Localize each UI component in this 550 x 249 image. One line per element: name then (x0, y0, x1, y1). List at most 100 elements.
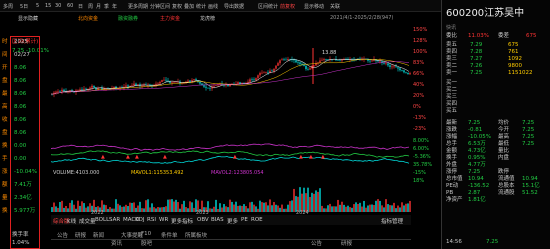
indicator-tab[interactable]: SAR (109, 217, 120, 223)
event-marker[interactable]: ▲ (101, 154, 105, 160)
candle-body (81, 89, 83, 91)
indicator-tab[interactable]: K线 (67, 217, 76, 225)
info-tab[interactable]: 条件单 (161, 231, 178, 239)
toolbar2-item[interactable]: 北向资金 (78, 15, 98, 22)
y-tick: 18% (413, 178, 425, 184)
indicator-tab[interactable]: BOLL (95, 217, 109, 223)
bid-row[interactable]: 买五 (446, 108, 549, 116)
indicator-tab[interactable]: ROE (251, 217, 263, 223)
event-marker[interactable]: ▲ (135, 154, 139, 160)
event-marker[interactable]: ▲ (321, 154, 325, 160)
toolbar-item[interactable]: 60 (67, 3, 73, 9)
toolbar2-item[interactable]: 龙虎榜 (200, 15, 215, 22)
info-tab[interactable]: 公告 (57, 231, 68, 239)
info-tab[interactable]: 新闻 (93, 231, 104, 239)
indicator-tab[interactable]: WR (159, 217, 168, 223)
left-value: 8.06 (14, 117, 27, 123)
candle-body (281, 59, 283, 61)
info-tab[interactable]: 研报 (75, 231, 86, 239)
volume-bar (251, 201, 253, 212)
ask-row[interactable]: 卖四 7.28 761 (446, 49, 549, 57)
indicator-tab[interactable]: 成交量 (79, 217, 96, 225)
toolbar-item[interactable]: 区间统计 (258, 3, 278, 10)
volume-bar (365, 207, 367, 212)
candle-body (383, 62, 385, 64)
toolbar-item[interactable]: 年 (112, 3, 117, 10)
toolbar-item[interactable]: 日 (78, 3, 83, 10)
toolbar-item[interactable]: 月 (96, 3, 101, 10)
info-tab[interactable]: F10 (141, 231, 151, 237)
indicator-tab[interactable]: KDJ (135, 217, 144, 223)
candle-body (135, 83, 137, 86)
volume-bar (123, 206, 125, 212)
chart-canvas[interactable]: 13.88 ▲ ▲ ▲ ▲ ▲ ▲ ▲ ▲ VOLUME:4103.000 MAVOL1:11535… (50, 24, 411, 216)
left-label: 高 (2, 104, 8, 110)
bid-row[interactable]: 买二 (446, 87, 549, 95)
indicator-tab[interactable]: OBV (197, 217, 209, 223)
toolbar-item[interactable]: 显示移动 (304, 3, 324, 10)
ask-row[interactable]: 卖一 7.25 1151022 (446, 70, 549, 78)
toolbar-item[interactable]: 分钟区间 (150, 3, 170, 10)
ask-row[interactable]: 卖二 7.26 9800 (446, 63, 549, 71)
toolbar-item[interactable]: 季 (104, 3, 109, 10)
event-marker[interactable]: ▲ (126, 154, 130, 160)
toolbar-item[interactable]: 画线 (208, 3, 218, 10)
toolbar-item[interactable]: 关联 (330, 3, 340, 10)
toolbar-item[interactable]: 30 (55, 3, 61, 9)
bid-row[interactable]: 买一 (446, 80, 549, 88)
volume-bar (309, 196, 311, 212)
candle-body (113, 86, 115, 88)
status-forum[interactable]: 股吧 (141, 241, 152, 248)
event-marker[interactable]: ▲ (233, 154, 237, 160)
event-marker[interactable]: ▲ (163, 154, 167, 160)
toolbar-item[interactable]: 更多周期 (128, 3, 148, 10)
status-news[interactable]: 资讯 (111, 241, 122, 248)
volume-bar (329, 203, 331, 212)
indicator-tab[interactable]: BIAS (211, 217, 224, 223)
volume-bar (267, 205, 269, 212)
toolbar-item[interactable]: 周 (88, 3, 93, 10)
status-research[interactable]: 研报 (341, 241, 352, 248)
volume-bar (69, 202, 71, 212)
volume-bar (293, 188, 295, 212)
volume-bar (375, 200, 377, 212)
indicator-tab[interactable]: PE (241, 217, 248, 223)
status-announce[interactable]: 公告 (311, 241, 322, 248)
indicator-manage-button[interactable]: 指标管理 (381, 217, 403, 225)
volume-bar (227, 207, 229, 212)
volume-bar (119, 205, 121, 212)
toolbar-item[interactable]: 前复权 (280, 3, 295, 10)
volume-bar (109, 207, 111, 212)
kline-chart[interactable]: 13.88 ▲ ▲ ▲ ▲ ▲ ▲ ▲ ▲ VOLUME:4103.000 MAVOL1:11535… (50, 24, 411, 216)
indicator-tab[interactable]: RSI (147, 217, 156, 223)
indicator-tab[interactable]: 更多 (227, 217, 238, 225)
ask-row[interactable]: 卖三 7.27 1092 (446, 56, 549, 64)
news-label[interactable]: 快讯 (446, 26, 456, 31)
bid-row[interactable]: 买四 (446, 101, 549, 109)
toolbar-item[interactable]: 统计 (196, 3, 206, 10)
volume-bar (235, 201, 237, 212)
volume-bar (391, 205, 393, 212)
bid-row[interactable]: 买三 (446, 94, 549, 102)
candle-body (285, 59, 287, 61)
event-marker[interactable]: ▲ (309, 154, 313, 160)
left-value: 02/27 (14, 52, 30, 58)
volume-bar (389, 205, 391, 212)
candle-body (303, 64, 305, 66)
candle-body (251, 79, 253, 80)
candle-body (395, 66, 397, 68)
indicator-tab[interactable]: 更多指标 (171, 217, 193, 225)
left-value: 8.06 (14, 78, 27, 84)
volume-bar (303, 187, 305, 212)
event-marker[interactable]: ▲ (299, 154, 303, 160)
toolbar2-item[interactable]: 主力资金 (160, 15, 180, 22)
toolbar2-item[interactable]: 融资融券 (118, 15, 138, 22)
toolbar-item[interactable]: 导出数据 (224, 3, 244, 10)
info-tab[interactable]: 大事提醒 (121, 231, 143, 239)
toolbar-item[interactable]: 叠加 (184, 3, 194, 10)
ask-row[interactable]: 卖五 7.29 675 (446, 42, 549, 50)
candle-body (265, 72, 267, 73)
stock-code-name: 600200江苏吴中 (446, 4, 524, 19)
info-tab[interactable]: 所属板块 (185, 231, 207, 239)
toolbar-item[interactable]: 复权 (172, 3, 182, 10)
